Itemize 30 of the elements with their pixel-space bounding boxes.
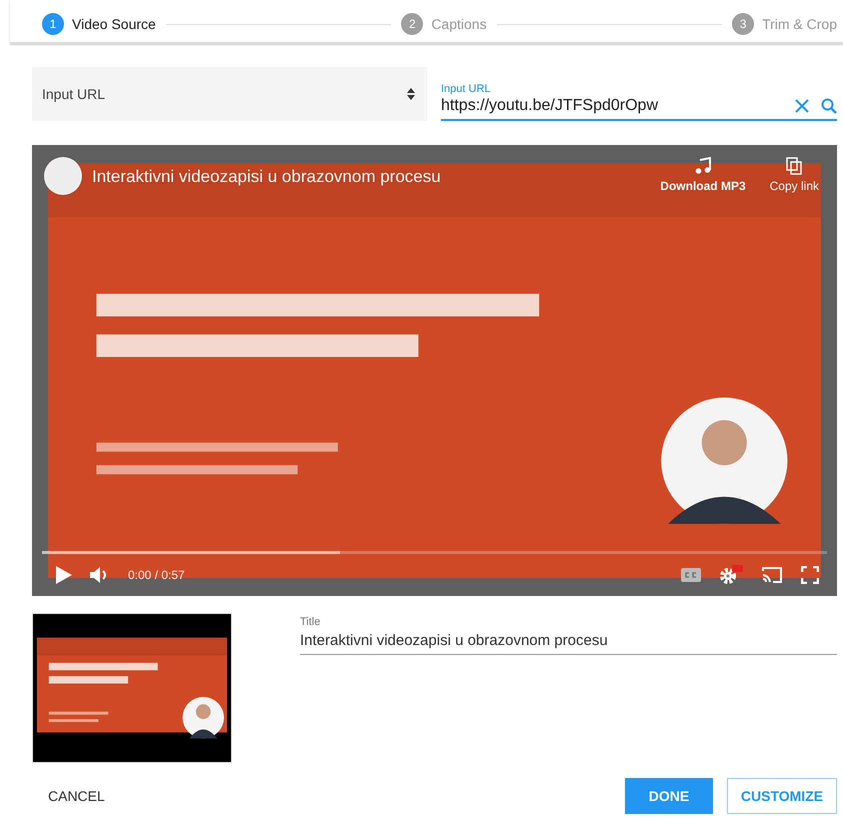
step-number: 2 — [401, 13, 424, 35]
step-number: 3 — [732, 13, 754, 35]
step-label: Video Source — [72, 16, 156, 32]
music-note-icon — [694, 157, 711, 175]
download-button[interactable]: Download MP3 — [660, 157, 746, 193]
settings-icon[interactable] — [719, 565, 743, 585]
search-icon[interactable] — [821, 98, 837, 114]
video-title[interactable]: Interaktivni videozapisi u obrazovnom procesu — [92, 167, 636, 187]
step-tab[interactable]: 2 Captions — [401, 13, 487, 35]
cancel-button[interactable]: CANCEL — [30, 780, 123, 812]
field-label: Input URL — [441, 83, 492, 95]
cast-icon[interactable] — [761, 566, 783, 584]
title-value: Interaktivni videozapisi u obrazovnom procesu — [300, 628, 837, 655]
copy-link-button[interactable]: Copy link — [770, 157, 819, 193]
title-field[interactable]: Title Interaktivni videozapisi u obrazovnom procesu — [300, 613, 837, 763]
done-button[interactable]: DONE — [625, 778, 713, 814]
fullscreen-icon[interactable] — [801, 566, 819, 584]
step-number: 1 — [42, 13, 64, 35]
copy-icon — [786, 157, 802, 175]
customize-button[interactable]: CUSTOMIZE — [727, 778, 837, 814]
url-input[interactable]: https://youtu.be/JTFSpd0rOpw — [441, 95, 795, 117]
sort-arrows-icon — [407, 88, 415, 100]
play-icon[interactable] — [56, 566, 72, 584]
step-label: Trim & Crop — [762, 16, 838, 32]
step-tab[interactable]: 3 Trim & Crop — [732, 13, 838, 35]
field-label: Title — [300, 616, 322, 628]
close-icon[interactable] — [795, 99, 809, 113]
source-select[interactable]: Input URL — [32, 67, 427, 121]
step-label: Captions — [431, 16, 487, 32]
step-tab[interactable]: 1 Video Source — [42, 13, 156, 35]
